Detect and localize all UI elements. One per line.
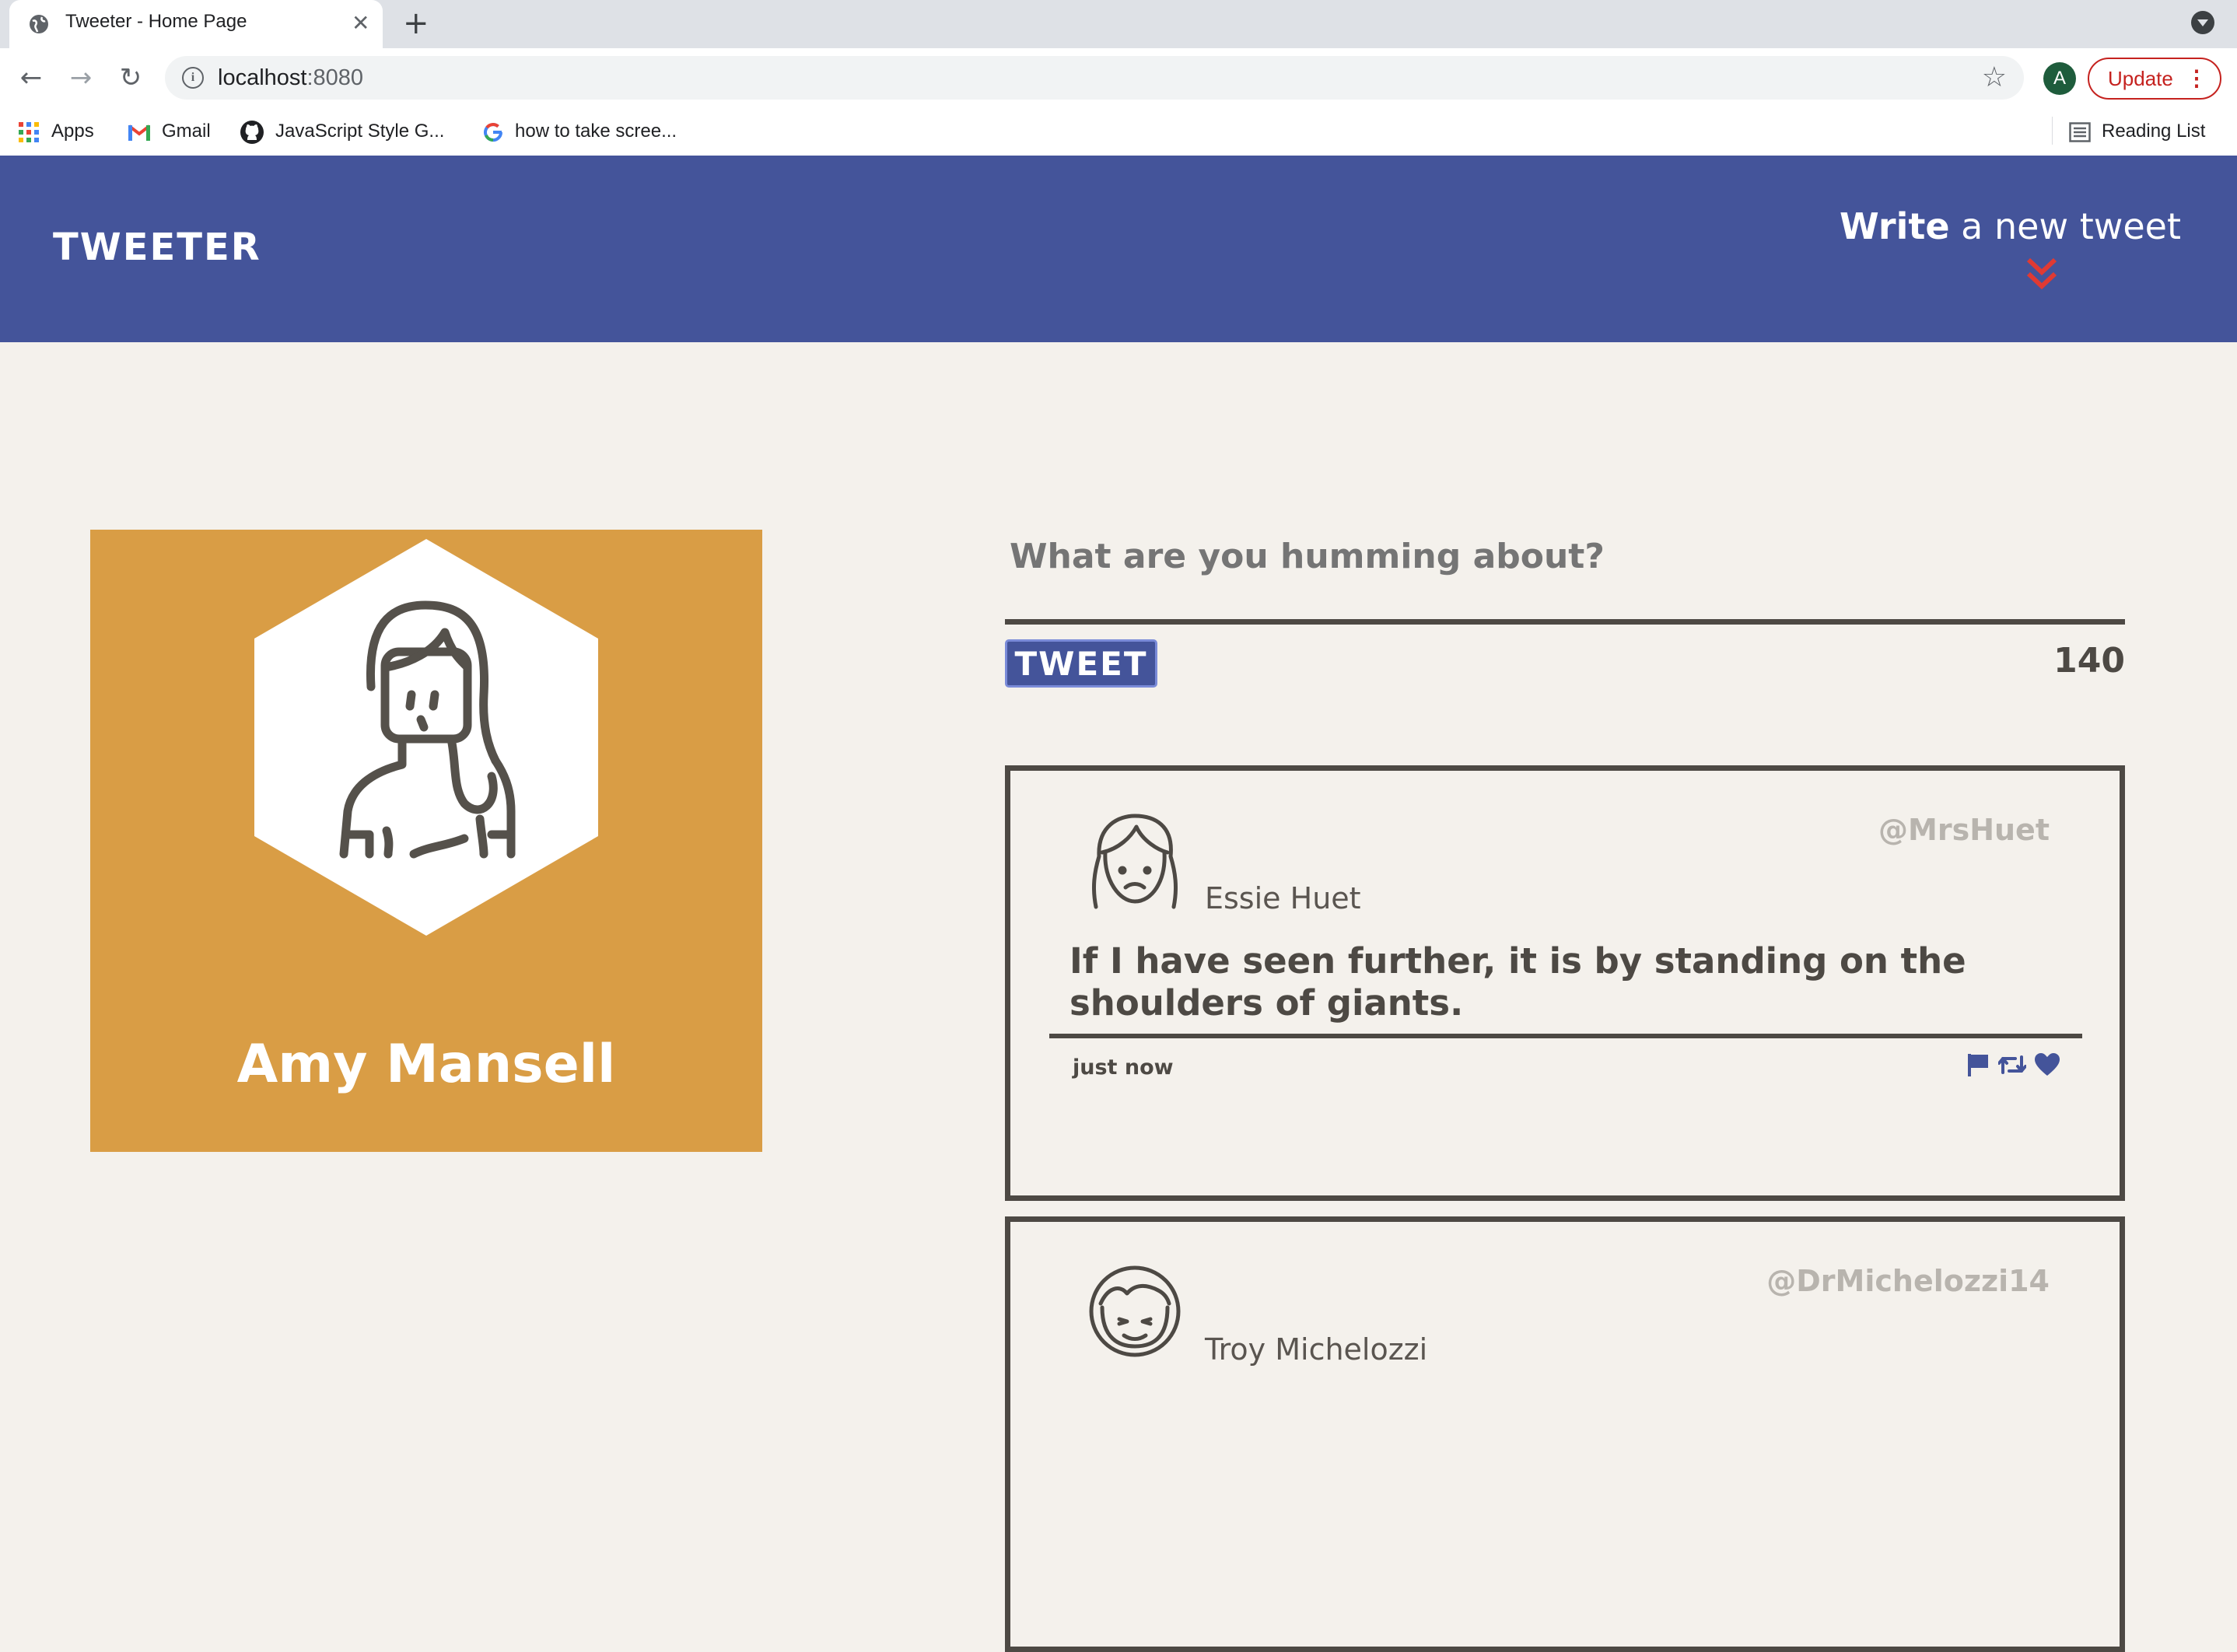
browser-toolbar: ← → ↻ i localhost:8080 ☆ A Update ⋮ [0, 48, 2237, 107]
tweet-author-name: Essie Huet [1205, 881, 1361, 915]
site-header: TWEETER Write a new tweet [0, 156, 2237, 342]
bookmarks-bar: Apps Gmail JavaScript Style G... how to … [0, 107, 2237, 156]
close-icon[interactable]: ✕ [352, 11, 369, 36]
retweet-icon[interactable] [1998, 1052, 2026, 1077]
update-button[interactable]: Update ⋮ [2088, 58, 2221, 100]
bookmark-gmail[interactable]: Gmail [128, 118, 211, 145]
tweet-timestamp: just now [1073, 1055, 1174, 1080]
bookmark-apps[interactable]: Apps [19, 118, 94, 145]
update-label: Update [2108, 67, 2173, 90]
browser-tab[interactable]: Tweeter - Home Page ✕ [9, 0, 383, 48]
bookmark-star-icon[interactable]: ☆ [1982, 61, 2007, 95]
kebab-menu-icon: ⋮ [2186, 66, 2207, 90]
forward-arrow-icon[interactable]: → [62, 59, 100, 96]
new-tab-button[interactable]: + [403, 6, 429, 40]
tweet-card: Troy Michelozzi @DrMichelozzi14 [1005, 1216, 2125, 1652]
back-arrow-icon[interactable]: ← [12, 59, 50, 96]
google-icon [484, 122, 503, 142]
browser-tabstrip: Tweeter - Home Page ✕ + [0, 0, 2237, 48]
tweet-actions [1966, 1052, 2060, 1077]
tab-title: Tweeter - Home Page [65, 11, 247, 32]
tweet-author-name: Troy Michelozzi [1205, 1332, 1428, 1367]
url-text[interactable]: localhost:8080 [218, 65, 363, 91]
tweet-textarea[interactable] [1008, 532, 2123, 580]
globe-icon [30, 15, 48, 33]
tweet-divider [1049, 1034, 2082, 1038]
double-chevron-down-icon[interactable] [2025, 255, 2058, 292]
github-icon [240, 120, 264, 144]
man-avatar-icon [1089, 1265, 1181, 1357]
site-logo[interactable]: TWEETER [53, 226, 261, 269]
bookmark-how-to-take[interactable]: how to take scree... [482, 118, 677, 145]
tweet-submit-button[interactable]: TWEET [1005, 639, 1157, 688]
bookmark-javascript-style[interactable]: JavaScript Style G... [240, 118, 444, 145]
reading-list-icon [2069, 121, 2091, 142]
apps-grid-icon [19, 121, 39, 142]
flag-icon[interactable] [1966, 1052, 1990, 1077]
tweet-card: Essie Huet @MrsHuet If I have seen furth… [1005, 765, 2125, 1201]
profile-name: Amy Mansell [236, 1034, 616, 1095]
reading-list-button[interactable]: Reading List [2069, 118, 2205, 145]
tab-search-icon[interactable] [2191, 11, 2214, 34]
info-icon[interactable]: i [182, 67, 204, 89]
character-counter: 140 [2053, 641, 2125, 681]
gmail-icon [128, 124, 151, 141]
compose-underline [1005, 619, 2125, 625]
tweet-author-handle: @MrsHuet [1878, 813, 2050, 847]
tweet-author-handle: @DrMichelozzi14 [1766, 1264, 2050, 1298]
profile-card: Amy Mansell [90, 530, 762, 1152]
reload-icon[interactable]: ↻ [112, 59, 149, 96]
bookmarks-divider [2052, 117, 2053, 145]
heart-icon[interactable] [2034, 1052, 2060, 1077]
profile-avatar-hexagon [254, 539, 598, 936]
write-new-tweet-link[interactable]: Write a new tweet [1840, 205, 2181, 247]
profile-avatar[interactable]: A [2043, 62, 2076, 95]
tweet-content: If I have seen further, it is by standin… [1069, 940, 1966, 1024]
address-bar[interactable]: i localhost:8080 ☆ [165, 56, 2024, 100]
woman-avatar-icon [1091, 814, 1178, 909]
